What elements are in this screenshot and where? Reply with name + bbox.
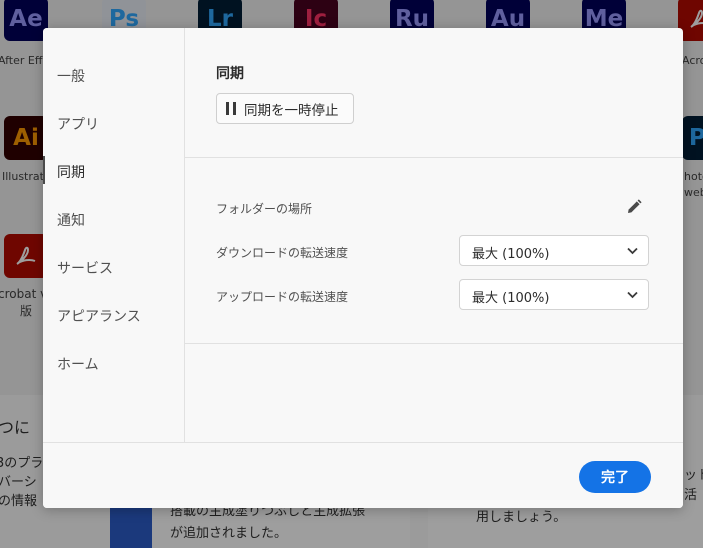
upload-speed-select[interactable]: 最大 (100%)	[459, 279, 649, 310]
sidebar-item-general[interactable]: 一般	[57, 66, 85, 86]
download-speed-label: ダウンロードの転送速度	[216, 246, 349, 260]
preferences-dialog: 一般 アプリ 同期 通知 サービス アピアランス ホーム 同期 同期を一時停止 …	[43, 28, 683, 508]
section-divider	[185, 343, 683, 344]
pause-icon	[226, 102, 236, 115]
upload-speed-value: 最大 (100%)	[472, 291, 550, 306]
section-divider	[185, 157, 683, 158]
sidebar-item-apps[interactable]: アプリ	[57, 114, 99, 134]
sidebar-item-appearance[interactable]: アピアランス	[57, 306, 141, 326]
sidebar-item-sync[interactable]: 同期	[57, 162, 85, 182]
preferences-sidebar: 一般 アプリ 同期 通知 サービス アピアランス ホーム	[43, 28, 185, 442]
upload-speed-label: アップロードの転送速度	[216, 290, 349, 304]
download-speed-value: 最大 (100%)	[472, 247, 550, 262]
sidebar-item-notifications[interactable]: 通知	[57, 210, 85, 230]
edit-pencil-icon[interactable]	[625, 198, 643, 216]
active-nav-indicator	[43, 156, 45, 184]
sidebar-item-services[interactable]: サービス	[57, 258, 113, 278]
folder-location-label: フォルダーの場所	[216, 202, 313, 216]
dialog-footer: 完了	[43, 442, 683, 508]
chevron-down-icon	[627, 291, 638, 299]
done-button[interactable]: 完了	[579, 461, 651, 493]
sync-settings-panel: 同期 同期を一時停止 フォルダーの場所 ダウンロードの転送速度 最大 (100%…	[185, 28, 683, 442]
sidebar-item-home[interactable]: ホーム	[57, 354, 99, 374]
pause-sync-label: 同期を一時停止	[244, 102, 339, 119]
download-speed-select[interactable]: 最大 (100%)	[459, 235, 649, 266]
pause-sync-button[interactable]: 同期を一時停止	[216, 93, 354, 124]
chevron-down-icon	[627, 247, 638, 255]
section-title: 同期	[216, 66, 244, 82]
